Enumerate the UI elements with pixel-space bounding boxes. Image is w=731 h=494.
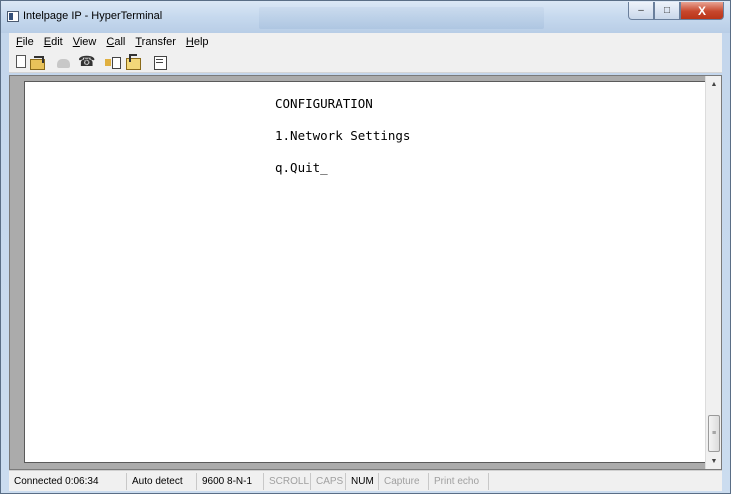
send-icon[interactable] (104, 54, 121, 70)
status-caps: CAPS (311, 472, 346, 490)
caption-buttons: – □ X (628, 2, 724, 20)
title-glass (259, 7, 544, 29)
menu-edit-rest: dit (51, 36, 63, 48)
terminal-screen[interactable]: CONFIGURATION 1.Network Settings q.Quit_ (24, 81, 708, 463)
menu-file-rest: ile (22, 36, 34, 48)
menu-view-rest: iew (79, 36, 97, 48)
menu-call[interactable]: Call (101, 36, 130, 48)
menu-help[interactable]: Help (181, 36, 214, 48)
status-num: NUM (346, 472, 379, 490)
menu-help-accel: H (185, 36, 194, 48)
minimize-button[interactable]: – (628, 2, 654, 20)
app-icon[interactable] (7, 11, 19, 22)
menu-edit-accel: E (43, 36, 52, 48)
status-detect: Auto detect (127, 472, 197, 490)
menu-view-accel: V (72, 36, 80, 48)
status-bar: Connected 0:06:34 Auto detect 9600 8-N-1… (9, 470, 722, 491)
maximize-button[interactable]: □ (654, 2, 680, 20)
terminal-line-option-1: 1.Network Settings (275, 128, 411, 143)
menu-view[interactable]: View (68, 36, 102, 48)
terminal-frame: CONFIGURATION 1.Network Settings q.Quit_… (9, 75, 722, 470)
menu-transfer[interactable]: Transfer (130, 36, 181, 48)
status-empty (489, 473, 559, 490)
properties-icon[interactable] (152, 54, 168, 70)
title-bar[interactable]: Intelpage IP - HyperTerminal – □ X (1, 1, 730, 33)
hyperterminal-window: Intelpage IP - HyperTerminal – □ X File … (0, 0, 731, 494)
status-print-echo: Print echo (429, 472, 489, 490)
menu-file[interactable]: File (11, 36, 39, 48)
terminal-line-heading: CONFIGURATION (275, 96, 373, 111)
vertical-scrollbar[interactable]: ▲ ≡ ▼ (705, 76, 721, 469)
window-title: Intelpage IP - HyperTerminal (23, 10, 163, 22)
toolbar (9, 51, 722, 73)
open-icon[interactable] (29, 54, 45, 70)
menu-transfer-rest: ransfer (141, 36, 176, 48)
receive-icon[interactable] (125, 53, 141, 70)
disconnect-icon[interactable] (77, 53, 95, 70)
scroll-up-arrow-icon[interactable]: ▲ (706, 76, 722, 92)
terminal-line-option-q: q.Quit_ (275, 160, 328, 175)
menu-bar: File Edit View Call Transfer Help (9, 33, 722, 51)
menu-call-rest: all (114, 36, 126, 48)
menu-file-accel: F (16, 36, 23, 48)
scroll-thumb[interactable]: ≡ (708, 415, 720, 452)
menu-help-rest: elp (193, 36, 209, 48)
status-capture: Capture (379, 472, 429, 490)
new-icon[interactable] (16, 55, 26, 68)
status-port-settings: 9600 8-N-1 (197, 472, 264, 490)
menu-edit[interactable]: Edit (39, 36, 68, 48)
status-scroll: SCROLL (264, 472, 311, 490)
call-icon[interactable] (56, 54, 72, 70)
status-connected: Connected 0:06:34 (9, 472, 127, 490)
close-button[interactable]: X (680, 2, 724, 20)
scroll-down-arrow-icon[interactable]: ▼ (706, 453, 722, 469)
